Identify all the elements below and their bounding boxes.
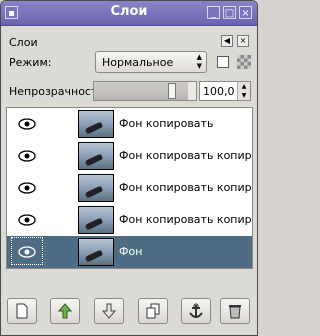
updown-arrows-icon: ▲ ▼ <box>196 53 202 70</box>
duplicate-icon <box>146 303 160 319</box>
close-button[interactable]: × <box>239 6 252 19</box>
arrow-down-icon <box>101 303 117 319</box>
alpha-channel-icon <box>237 55 251 69</box>
lock-alpha-checkbox[interactable] <box>217 56 229 68</box>
new-layer-button[interactable] <box>7 298 37 324</box>
opacity-spinbutton[interactable]: 100,0 ▲ ▼ <box>199 81 251 101</box>
arrow-up-icon <box>57 303 73 319</box>
maximize-button[interactable]: □ <box>223 6 236 19</box>
opacity-slider-handle[interactable] <box>168 83 176 99</box>
anchor-layer-button[interactable] <box>181 298 211 324</box>
eye-icon[interactable] <box>18 150 36 162</box>
lower-layer-button[interactable] <box>94 298 124 324</box>
layer-row[interactable]: Фон копировать копировать <box>7 140 252 172</box>
layer-name[interactable]: Фон <box>119 245 252 258</box>
layer-name[interactable]: Фон копировать копировать <box>119 181 252 194</box>
layers-toolbar <box>6 298 251 326</box>
trash-icon <box>229 305 241 319</box>
mode-select[interactable]: Нормальное ▲ ▼ <box>95 51 207 73</box>
eye-icon[interactable] <box>18 182 36 194</box>
eye-icon[interactable] <box>18 214 36 226</box>
layer-thumbnail[interactable] <box>78 174 114 202</box>
eye-icon[interactable] <box>18 118 36 130</box>
title-bar[interactable]: ▪ Слои _ □ × <box>1 1 257 26</box>
layer-row[interactable]: Фон копировать копировать <box>7 204 252 236</box>
layer-thumbnail[interactable] <box>78 206 114 234</box>
panel-close-icon[interactable]: × <box>237 35 249 47</box>
eye-icon[interactable] <box>18 246 36 258</box>
duplicate-layer-button[interactable] <box>138 298 168 324</box>
panel-title: Слои <box>9 36 38 49</box>
panel-menu-icon[interactable]: ◀ <box>221 35 233 47</box>
layer-row[interactable]: Фон <box>7 236 252 268</box>
layer-row[interactable]: Фон копировать <box>7 108 252 140</box>
mode-label: Режим: <box>9 56 52 69</box>
layer-thumbnail[interactable] <box>78 238 114 266</box>
raise-layer-button[interactable] <box>50 298 80 324</box>
layer-name[interactable]: Фон копировать копировать <box>119 213 252 226</box>
layers-dialog: ▪ Слои _ □ × Слои ◀ × Режим: Нормальное … <box>0 0 258 336</box>
opacity-slider[interactable] <box>93 81 197 101</box>
minimize-button[interactable]: _ <box>207 6 220 19</box>
opacity-value: 100,0 <box>203 85 235 98</box>
mode-value: Нормальное <box>102 56 174 69</box>
layer-thumbnail[interactable] <box>78 110 114 138</box>
spin-arrows-icon[interactable]: ▲ ▼ <box>237 82 250 100</box>
new-layer-icon <box>16 303 28 319</box>
layer-name[interactable]: Фон копировать <box>119 117 252 130</box>
layer-row[interactable]: Фон копировать копировать <box>7 172 252 204</box>
anchor-icon <box>189 303 203 318</box>
layer-thumbnail[interactable] <box>78 142 114 170</box>
delete-layer-button[interactable] <box>220 298 250 324</box>
layers-list[interactable]: Фон копировать Фон копировать копировать Ф… <box>6 107 253 269</box>
layer-name[interactable]: Фон копировать копировать <box>119 149 252 162</box>
